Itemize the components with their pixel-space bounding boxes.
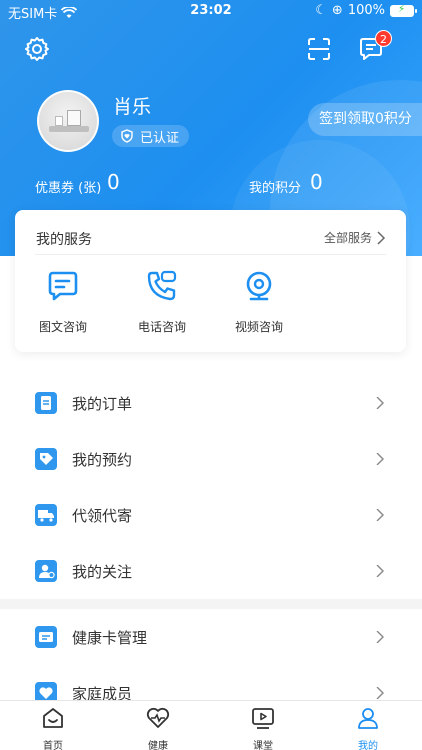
follow-icon (35, 560, 57, 582)
tab-health[interactable]: 健康 (128, 705, 188, 750)
battery-icon: ⚡ (390, 4, 417, 17)
chevron-right-icon (376, 687, 384, 699)
tab-classroom[interactable]: 课堂 (233, 705, 293, 750)
service-label: 图文咨询 (38, 320, 87, 334)
service-video[interactable]: 视频咨询 (219, 268, 299, 335)
username: 肖乐 (113, 96, 152, 118)
profile-icon (358, 708, 378, 729)
all-services-label: 全部服务 (323, 231, 372, 245)
orientation-lock-icon: ⊕ (331, 3, 343, 18)
menu-item-health-card[interactable]: 健康卡管理 (0, 609, 422, 665)
order-icon (35, 392, 57, 414)
points-label[interactable]: 我的积分 (249, 177, 301, 196)
service-label: 电话咨询 (137, 320, 186, 334)
status-indicators: ☾ ⊕ 100% ⚡ (315, 3, 417, 18)
all-services-link[interactable]: 全部服务 (324, 229, 386, 246)
coupon-value[interactable]: 0 (107, 170, 120, 194)
battery-percent: 100% (347, 3, 385, 18)
menu-label: 健康卡管理 (72, 628, 148, 647)
verified-badge: 已认证 (112, 125, 190, 147)
service-label: 视频咨询 (234, 320, 283, 334)
chevron-right-icon (376, 397, 384, 409)
tab-home[interactable]: 首页 (23, 705, 83, 750)
moon-icon: ☾ (315, 3, 327, 18)
chat-text-icon (48, 271, 78, 301)
appointment-icon (35, 448, 57, 470)
scan-icon[interactable] (306, 36, 332, 62)
message-badge: 2 (375, 30, 392, 47)
tab-label: 健康 (148, 741, 168, 750)
service-chat[interactable]: 图文咨询 (23, 268, 103, 335)
menu-item-delivery[interactable]: 代领代寄 (0, 487, 422, 543)
tab-label: 首页 (43, 741, 63, 750)
menu-label: 我的关注 (72, 562, 133, 581)
shield-heart-icon (121, 129, 133, 143)
chevron-right-icon (376, 509, 384, 521)
settings-gear-icon[interactable] (24, 36, 50, 62)
section-divider (0, 599, 422, 609)
health-card-icon (35, 626, 57, 648)
home-icon (43, 708, 63, 728)
tab-profile[interactable]: 我的 (338, 705, 398, 750)
menu-item-orders[interactable]: 我的订单 (0, 375, 422, 431)
menu-label: 我的预约 (72, 450, 133, 469)
tab-label: 课堂 (253, 741, 273, 750)
menu-item-appointments[interactable]: 我的预约 (0, 431, 422, 487)
health-icon (146, 707, 170, 728)
chevron-right-icon (377, 230, 386, 245)
chevron-right-icon (376, 565, 384, 577)
menu-item-follows[interactable]: 我的关注 (0, 543, 422, 599)
services-title: 我的服务 (36, 232, 92, 248)
video-camera-icon (246, 271, 272, 301)
points-value[interactable]: 0 (310, 170, 323, 194)
menu-label: 我的订单 (72, 394, 133, 413)
delivery-truck-icon (35, 504, 57, 526)
status-bar: 无SIM卡 23:02 ☾ ⊕ 100% ⚡ (0, 0, 422, 22)
tab-label: 我的 (358, 741, 378, 750)
divider (35, 254, 386, 255)
coupon-label[interactable]: 优惠券 (张) (35, 177, 101, 196)
service-phone[interactable]: 电话咨询 (122, 268, 202, 335)
tab-bar: 首页 健康 课堂 我的 (0, 700, 422, 750)
checkin-button[interactable]: 签到领取0积分 (308, 103, 422, 136)
classroom-icon (252, 708, 274, 729)
verified-label: 已认证 (140, 130, 180, 146)
phone-icon (147, 270, 177, 301)
menu-label: 代领代寄 (72, 506, 133, 525)
avatar[interactable] (37, 90, 99, 152)
services-card: 我的服务 全部服务 图文咨询 电话咨询 视频咨询 (15, 210, 406, 352)
chevron-right-icon (376, 631, 384, 643)
chevron-right-icon (376, 453, 384, 465)
